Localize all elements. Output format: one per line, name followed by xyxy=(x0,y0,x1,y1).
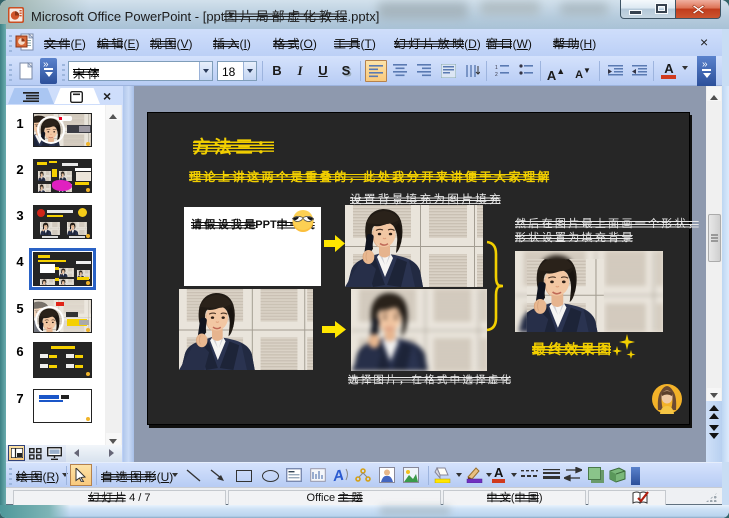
svg-text:1: 1 xyxy=(495,65,498,71)
svg-text:2: 2 xyxy=(495,72,498,77)
svg-text:A: A xyxy=(333,467,345,483)
